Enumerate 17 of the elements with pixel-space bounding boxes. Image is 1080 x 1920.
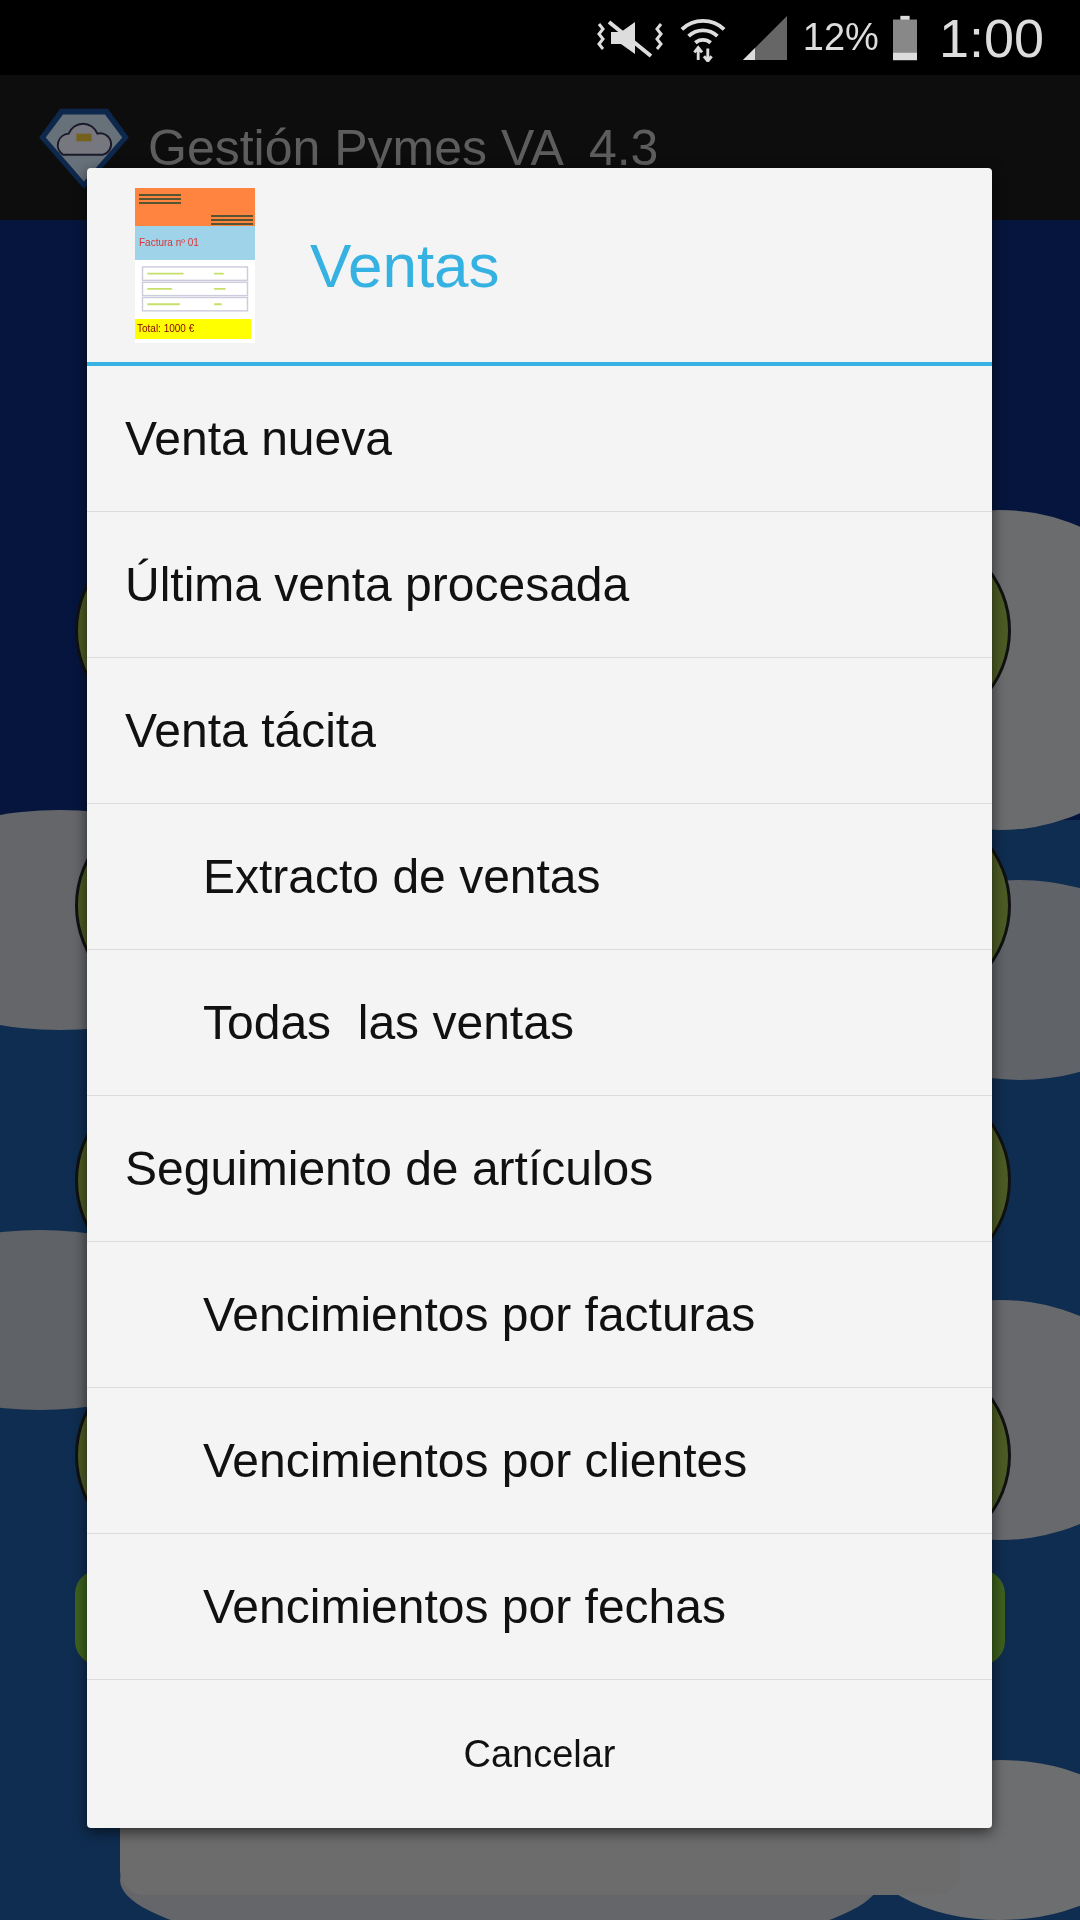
menu-item[interactable]: Vencimientos por clientes [87,1388,992,1534]
menu-item[interactable]: Vencimientos por fechas [87,1534,992,1680]
menu-item[interactable]: Venta tácita [87,658,992,804]
clock: 1:00 [938,6,1044,69]
menu-item[interactable]: Seguimiento de artículos [87,1096,992,1242]
invoice-total: Total: 1000 € [135,318,251,339]
menu-item[interactable]: Venta nueva [87,366,992,512]
invoice-heading: Factura nº 01 [135,225,255,260]
cancel-button[interactable]: Cancelar [87,1680,992,1828]
menu-item[interactable]: Última venta procesada [87,512,992,658]
menu-item[interactable]: Extracto de ventas [87,804,992,950]
battery-percent: 12% [802,16,879,59]
menu-item[interactable]: Todas las ventas [87,950,992,1096]
menu-item[interactable]: Vencimientos por facturas [87,1242,992,1388]
battery-icon [892,14,917,61]
app-title: Gestión Pymes VA 4.3 [148,118,659,177]
dialog-title: Ventas [310,229,500,301]
